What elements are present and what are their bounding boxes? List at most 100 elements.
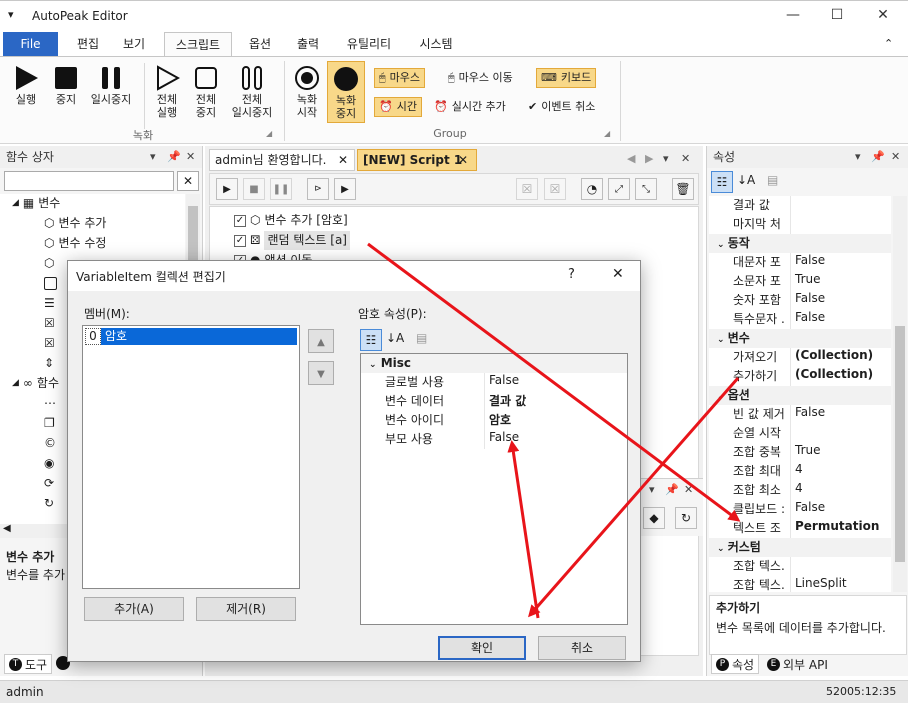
panel-dropdown-icon[interactable]: ▾	[855, 146, 861, 168]
property-row[interactable]: 소문자 포 True	[709, 272, 891, 291]
panel-close-icon[interactable]: ✕	[186, 146, 195, 168]
play-button[interactable]: 실행	[8, 65, 44, 106]
tab-utility[interactable]: 유틸리티	[338, 32, 400, 57]
line-checkbox[interactable]: ✓	[234, 214, 246, 227]
doc-tab-welcome[interactable]: admin님 환영합니다. ✕	[209, 149, 355, 171]
tab-view[interactable]: 보기	[114, 32, 154, 57]
panel-dropdown-icon[interactable]: ▾	[150, 146, 156, 168]
property-row[interactable]: 조합 텍스. LineSplit	[709, 576, 891, 592]
tree-item[interactable]: ↻	[44, 494, 54, 513]
property-row[interactable]: 조합 최대 4	[709, 462, 891, 481]
property-value[interactable]: (Collection)	[791, 367, 873, 386]
dialog-property-row[interactable]: 변수 아이디 암호	[361, 411, 627, 430]
pin-icon[interactable]: 📌	[665, 483, 679, 496]
realtime-add-toggle[interactable]: ⏰ 실시간 추가	[430, 97, 510, 117]
property-value[interactable]: True	[791, 272, 821, 291]
dialog-launcher-icon[interactable]: ◢	[266, 129, 272, 138]
tree-item[interactable]: ☒	[44, 314, 55, 333]
property-row[interactable]: 숫자 포함 False	[709, 291, 891, 310]
close-tab-icon[interactable]: ✕	[458, 150, 468, 170]
tree-item[interactable]	[44, 274, 57, 293]
property-value[interactable]	[791, 196, 795, 215]
tab-output[interactable]: 출력	[288, 32, 328, 57]
move-down-button[interactable]: ▼	[308, 361, 334, 385]
run-to-button[interactable]: ▶	[334, 178, 356, 200]
expand-button[interactable]: ⤢	[608, 178, 630, 200]
tree-item-edit-variable[interactable]: ⬡ 변수 수정	[44, 234, 106, 253]
disabled-button[interactable]: ☒	[516, 178, 538, 200]
members-list[interactable]: 0 암호	[82, 325, 300, 589]
panel-close-icon[interactable]: ✕	[891, 146, 900, 168]
keyboard-toggle[interactable]: ⌨ 키보드	[536, 68, 597, 88]
script-stop-button[interactable]: ■	[243, 178, 265, 200]
timer-button[interactable]: ◔	[581, 178, 603, 200]
line-checkbox[interactable]: ✓	[234, 234, 246, 247]
function-search-input[interactable]	[4, 171, 174, 191]
property-row[interactable]: 순열 시작	[709, 424, 891, 443]
tree-item-add-variable[interactable]: ⬡ 변수 추가	[44, 214, 106, 233]
step-button[interactable]: ⊳	[307, 178, 329, 200]
pin-icon[interactable]: 📌	[871, 146, 885, 168]
dialog-help-button[interactable]: ?	[568, 267, 575, 282]
property-value[interactable]: False	[485, 430, 519, 449]
property-row[interactable]: 조합 최소 4	[709, 481, 891, 500]
tab-system[interactable]: 시스템	[410, 32, 462, 57]
move-up-button[interactable]: ▲	[308, 329, 334, 353]
property-value[interactable]: 결과 값	[485, 392, 526, 411]
property-category[interactable]: ⌄ Misc	[361, 354, 627, 373]
property-value[interactable]: False	[791, 310, 825, 329]
property-category[interactable]: ⌄ 동작	[709, 234, 891, 253]
tree-item[interactable]: ❐	[44, 414, 55, 433]
dialog-launcher-icon[interactable]: ◢	[604, 129, 610, 138]
maximize-icon[interactable]: ☐	[814, 7, 860, 23]
ok-button[interactable]: 확인	[438, 636, 526, 660]
script-pause-button[interactable]: ❚❚	[270, 178, 292, 200]
property-value[interactable]: 암호	[485, 411, 511, 430]
alphabetical-icon[interactable]: ↓A	[737, 173, 755, 187]
close-tab-icon[interactable]: ✕	[338, 150, 348, 170]
member-item-selected[interactable]: 0 암호	[85, 328, 297, 345]
fill-button[interactable]: ◆	[643, 507, 665, 529]
property-value[interactable]: 4	[791, 481, 803, 500]
property-row[interactable]: 마지막 처	[709, 215, 891, 234]
mouse-move-toggle[interactable]: 🖱 마우스 이동	[444, 68, 517, 88]
property-row[interactable]: 특수문자 . False	[709, 310, 891, 329]
scrollbar-thumb[interactable]	[895, 326, 905, 562]
tab-tools[interactable]: T 도구	[4, 654, 53, 674]
tree-item[interactable]: ⬡	[44, 254, 54, 273]
tab-script[interactable]: 스크립트	[164, 32, 232, 57]
tab-right-icon[interactable]: ▶	[645, 152, 653, 165]
panel-close-icon[interactable]: ✕	[684, 483, 693, 496]
property-value[interactable]: False	[791, 405, 825, 424]
property-pages-icon[interactable]: ▤	[767, 173, 778, 187]
clear-search-icon[interactable]: ✕	[177, 171, 199, 191]
property-value[interactable]: LineSplit	[791, 576, 847, 592]
tree-category-function[interactable]: ◢ ∞ 함수	[12, 374, 59, 393]
property-row[interactable]: 텍스트 조 Permutation	[709, 519, 891, 538]
tab-left-icon[interactable]: ◀	[627, 152, 635, 165]
remove-member-button[interactable]: 제거(R)	[196, 597, 296, 621]
tree-item[interactable]: ⟳	[44, 474, 54, 493]
dialog-property-row[interactable]: 부모 사용 False	[361, 430, 627, 449]
property-value[interactable]	[791, 557, 795, 576]
property-value[interactable]	[791, 424, 795, 443]
property-category[interactable]: ⌄ 커스텀	[709, 538, 891, 557]
tree-item[interactable]: ◉	[44, 454, 54, 473]
delete-button[interactable]: 🗑	[672, 178, 694, 200]
property-row[interactable]: 클립보드 : False	[709, 500, 891, 519]
categorized-icon[interactable]: ☷	[360, 329, 382, 351]
dialog-property-row[interactable]: 글로벌 사용 False	[361, 373, 627, 392]
quick-access-menu-icon[interactable]: ▾	[8, 8, 14, 21]
time-toggle[interactable]: ⏰ 시간	[374, 97, 422, 117]
tab-external-api[interactable]: E 외부 API	[763, 654, 832, 674]
stop-button[interactable]: 중지	[48, 65, 84, 106]
stop-all-button[interactable]: 전체 중지	[188, 65, 224, 119]
property-value[interactable]: False	[485, 373, 519, 392]
tab-edit[interactable]: 편집	[68, 32, 108, 57]
property-row[interactable]: 조합 중복 True	[709, 443, 891, 462]
collapse-ribbon-icon[interactable]: ⌃	[884, 37, 893, 50]
script-line[interactable]: ✓ ⬡ 변수 추가 [암호]	[234, 211, 348, 230]
property-category[interactable]: ⌄ 옵션	[709, 386, 891, 405]
record-start-button[interactable]: 녹화 시작	[290, 65, 324, 119]
alphabetical-icon[interactable]: ↓A	[386, 331, 404, 345]
